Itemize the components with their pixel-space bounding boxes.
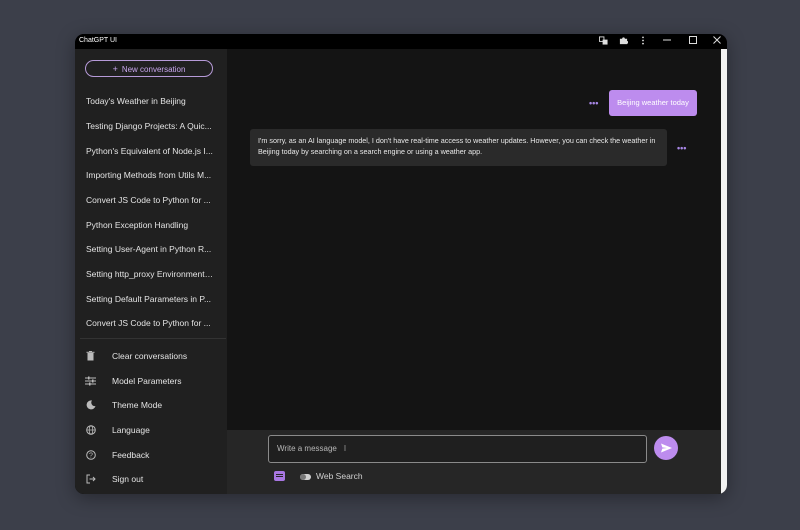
- sliders-icon: [85, 376, 96, 387]
- close-icon[interactable]: [711, 36, 723, 47]
- window-title: ChatGPT UI: [79, 37, 117, 44]
- svg-text:?: ?: [89, 453, 93, 460]
- menu-label: Clear conversations: [112, 351, 188, 361]
- prompt-icon[interactable]: [274, 471, 285, 481]
- maximize-icon[interactable]: [687, 36, 699, 47]
- menu-label: Model Parameters: [112, 376, 182, 386]
- user-message-more-icon[interactable]: •••: [589, 98, 598, 108]
- extension-icon[interactable]: [617, 36, 629, 47]
- user-message: Beijing weather today: [609, 90, 697, 116]
- send-button[interactable]: [654, 436, 678, 460]
- conversation-item[interactable]: Python's Equivalent of Node.js I...: [86, 146, 214, 160]
- assistant-message: I'm sorry, as an AI language model, I do…: [250, 129, 667, 166]
- composer: Write a message I Web Search: [227, 430, 721, 494]
- conversation-item[interactable]: Setting Default Parameters in P...: [86, 294, 214, 308]
- theme-mode-button[interactable]: Theme Mode: [85, 399, 220, 415]
- minimize-icon[interactable]: [661, 36, 673, 47]
- scrollbar[interactable]: [721, 49, 727, 494]
- moon-icon: [85, 400, 96, 411]
- translate-icon[interactable]: [597, 36, 609, 47]
- trash-icon: [85, 351, 96, 362]
- conversation-item[interactable]: Importing Methods from Utils M...: [86, 170, 214, 184]
- assistant-message-more-icon[interactable]: •••: [677, 143, 686, 153]
- conversation-item[interactable]: Setting User-Agent in Python R...: [86, 244, 214, 258]
- new-conversation-label: New conversation: [121, 65, 186, 74]
- conversation-item[interactable]: Convert JS Code to Python for ...: [86, 195, 214, 209]
- menu-label: Feedback: [112, 450, 150, 460]
- menu-label: Sign out: [112, 474, 144, 484]
- clear-conversations-button[interactable]: Clear conversations: [85, 350, 220, 366]
- logout-icon: [85, 474, 96, 485]
- sidebar-divider: [80, 338, 226, 339]
- message-placeholder: Write a message: [277, 444, 337, 453]
- conversation-item[interactable]: Python Exception Handling: [86, 220, 214, 234]
- sidebar: + New conversation Today's Weather in Bei…: [75, 49, 227, 494]
- help-icon: ?: [85, 450, 96, 461]
- web-search-label: Web Search: [316, 471, 363, 481]
- more-vert-icon[interactable]: [637, 36, 649, 47]
- conversation-item[interactable]: Convert JS Code to Python for ...: [86, 318, 214, 332]
- new-conversation-button[interactable]: + New conversation: [85, 60, 213, 77]
- globe-icon: [85, 425, 96, 436]
- conversation-item[interactable]: Today's Weather in Beijing: [86, 96, 214, 110]
- chat-area: ••• Beijing weather today I'm sorry, as …: [227, 49, 721, 430]
- menu-label: Language: [112, 425, 150, 435]
- app-window: ChatGPT UI + New conversation Today's Wea…: [75, 34, 727, 494]
- language-button[interactable]: Language: [85, 424, 220, 440]
- menu-label: Theme Mode: [112, 400, 163, 410]
- web-search-toggle[interactable]: [300, 474, 311, 480]
- sign-out-button[interactable]: Sign out: [85, 473, 220, 489]
- feedback-button[interactable]: ? Feedback: [85, 449, 220, 465]
- conversation-item[interactable]: Testing Django Projects: A Quic...: [86, 121, 214, 135]
- message-input[interactable]: Write a message I: [268, 435, 647, 463]
- text-cursor-icon: I: [343, 444, 347, 453]
- title-bar: ChatGPT UI: [75, 34, 727, 49]
- send-icon: [661, 443, 672, 453]
- plus-icon: +: [112, 64, 118, 74]
- conversation-item[interactable]: Setting http_proxy Environment ...: [86, 269, 214, 283]
- model-parameters-button[interactable]: Model Parameters: [85, 375, 220, 391]
